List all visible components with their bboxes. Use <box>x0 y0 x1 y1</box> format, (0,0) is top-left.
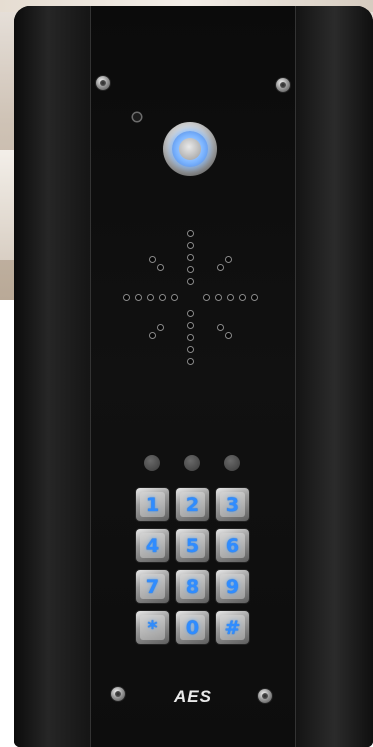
speaker-hole <box>188 267 193 272</box>
keypad: 1 2 3 4 5 6 7 8 9 * 0 # <box>136 488 250 644</box>
key-label: * <box>140 615 165 640</box>
key-5[interactable]: 5 <box>176 529 209 562</box>
key-star[interactable]: * <box>136 611 169 644</box>
status-led-left <box>144 455 160 471</box>
speaker-hole <box>124 295 129 300</box>
key-0[interactable]: 0 <box>176 611 209 644</box>
speaker-hole <box>158 265 163 270</box>
speaker-hole <box>240 295 245 300</box>
brand-logo: AES <box>174 687 212 706</box>
speaker-hole <box>226 333 231 338</box>
call-button[interactable] <box>163 122 217 176</box>
speaker-hole <box>226 257 231 262</box>
panel-left-trim <box>14 6 90 747</box>
key-1[interactable]: 1 <box>136 488 169 521</box>
key-label: 7 <box>140 574 165 599</box>
speaker-hole <box>160 295 165 300</box>
speaker-hole <box>150 257 155 262</box>
speaker-hole <box>216 295 221 300</box>
key-label: 3 <box>220 492 245 517</box>
key-9[interactable]: 9 <box>216 570 249 603</box>
speaker-hole <box>252 295 257 300</box>
key-6[interactable]: 6 <box>216 529 249 562</box>
screw-icon <box>111 687 125 701</box>
key-label: 8 <box>180 574 205 599</box>
speaker-hole <box>150 333 155 338</box>
speaker-hole <box>204 295 209 300</box>
status-led-center <box>184 455 200 471</box>
speaker-hole <box>218 265 223 270</box>
speaker-hole <box>228 295 233 300</box>
key-label: 9 <box>220 574 245 599</box>
key-label: # <box>220 615 245 640</box>
key-label: 0 <box>180 615 205 640</box>
speaker-hole <box>188 243 193 248</box>
speaker-hole <box>218 325 223 330</box>
speaker-hole <box>188 255 193 260</box>
key-7[interactable]: 7 <box>136 570 169 603</box>
key-label: 1 <box>140 492 165 517</box>
speaker-hole <box>188 231 193 236</box>
key-8[interactable]: 8 <box>176 570 209 603</box>
screw-icon <box>258 689 272 703</box>
key-label: 4 <box>140 533 165 558</box>
speaker-hole <box>188 347 193 352</box>
speaker-hole <box>148 295 153 300</box>
key-label: 2 <box>180 492 205 517</box>
key-label: 6 <box>220 533 245 558</box>
key-4[interactable]: 4 <box>136 529 169 562</box>
screw-icon <box>96 76 110 90</box>
speaker-hole <box>188 279 193 284</box>
key-3[interactable]: 3 <box>216 488 249 521</box>
screw-icon <box>276 78 290 92</box>
speaker-hole <box>172 295 177 300</box>
microphone-icon <box>133 113 141 121</box>
key-hash[interactable]: # <box>216 611 249 644</box>
speaker-hole <box>188 323 193 328</box>
speaker-hole <box>188 335 193 340</box>
speaker-hole <box>136 295 141 300</box>
status-led-right <box>224 455 240 471</box>
key-2[interactable]: 2 <box>176 488 209 521</box>
speaker-hole <box>188 311 193 316</box>
panel-right-trim <box>296 6 373 747</box>
speaker-hole <box>158 325 163 330</box>
key-label: 5 <box>180 533 205 558</box>
speaker-hole <box>188 359 193 364</box>
call-button-icon <box>179 138 201 160</box>
